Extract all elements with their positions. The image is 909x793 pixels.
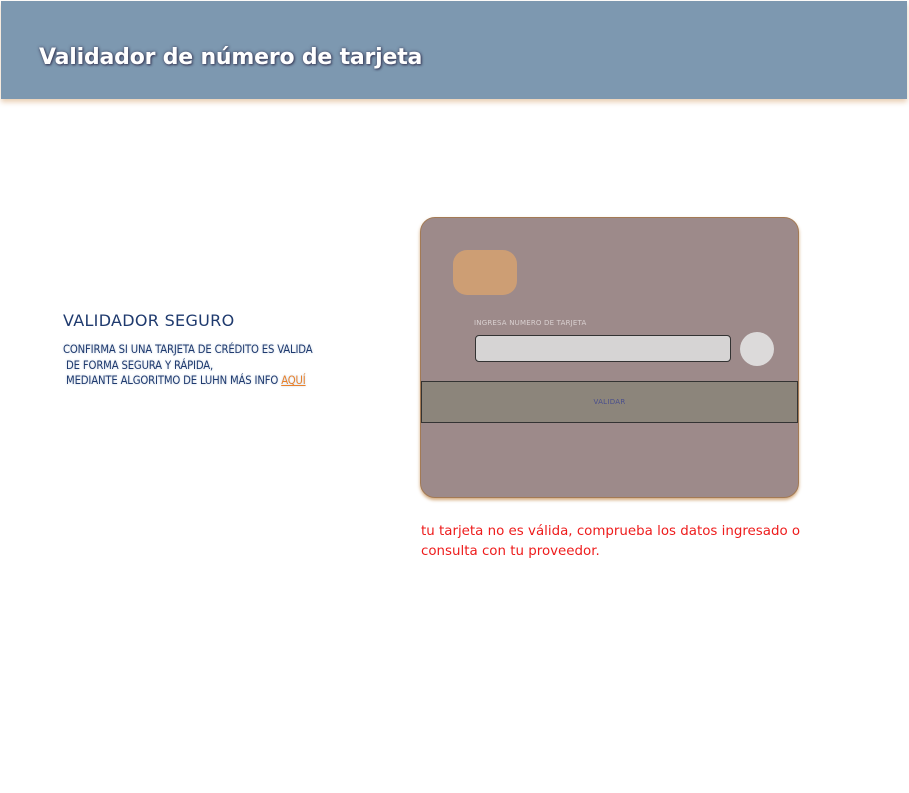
validate-button[interactable]: VALIDAR	[421, 381, 798, 423]
info-title: VALIDADOR SEGURO	[63, 311, 235, 330]
page-title: Validador de número de tarjeta	[39, 45, 423, 70]
info-line-1: CONFIRMA SI UNA TARJETA DE CRÉDITO ES VA…	[63, 343, 313, 356]
card-logo-circle-icon	[740, 332, 774, 366]
info-line-3-text: MEDIANTE ALGORITMO DE LUHN MÁS INFO	[63, 374, 282, 387]
page-header: Validador de número de tarjeta	[1, 1, 907, 99]
validation-result-message: tu tarjeta no es válida, comprueba los d…	[421, 524, 801, 559]
info-description: CONFIRMA SI UNA TARJETA DE CRÉDITO ES VA…	[63, 342, 383, 389]
more-info-link[interactable]: AQUÍ	[281, 374, 305, 387]
credit-card-form: INGRESA NUMERO DE TARJETA VALIDAR	[420, 217, 799, 498]
card-chip-icon	[453, 250, 517, 295]
info-line-2: DE FORMA SEGURA Y RÁPIDA,	[63, 358, 214, 372]
card-number-label: INGRESA NUMERO DE TARJETA	[474, 319, 587, 327]
info-line-3: MEDIANTE ALGORITMO DE LUHN MÁS INFO AQUÍ	[63, 373, 383, 389]
info-section: VALIDADOR SEGURO CONFIRMA SI UNA TARJETA…	[63, 311, 383, 389]
card-number-input[interactable]	[475, 335, 731, 362]
